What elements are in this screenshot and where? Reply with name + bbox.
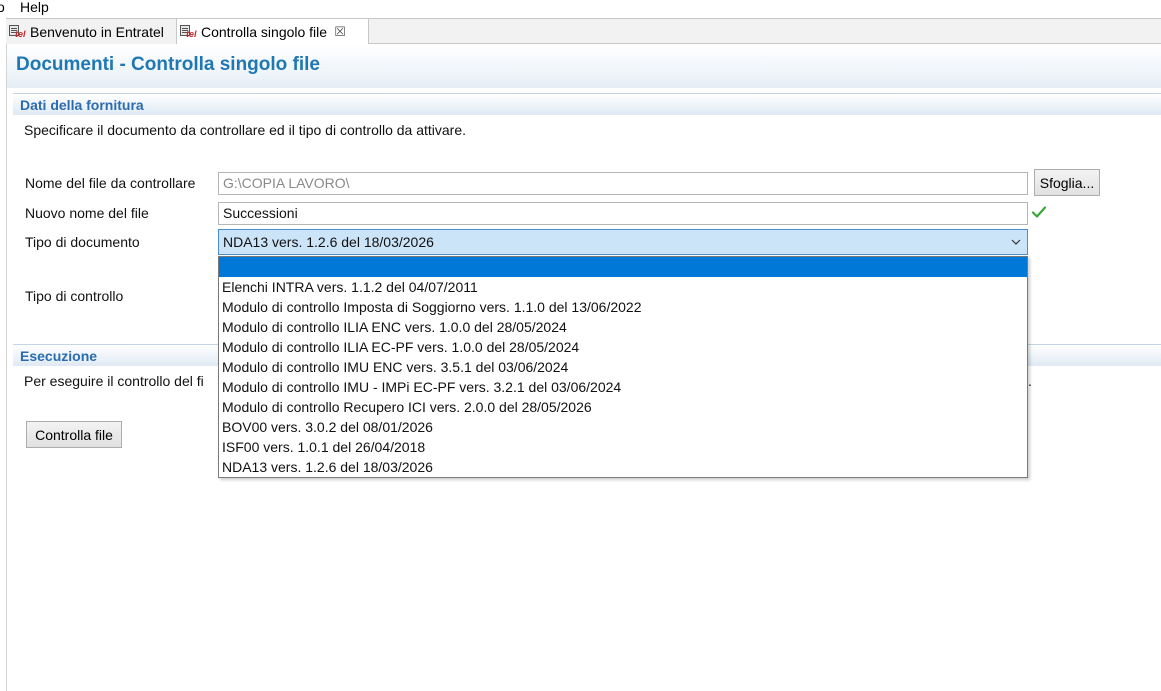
dropdown-option[interactable]: BOV00 vers. 3.0.2 del 08/01/2026 [219, 417, 1027, 437]
dropdown-option[interactable]: ISF00 vers. 1.0.1 del 26/04/2018 [219, 437, 1027, 457]
execution-text: Per eseguire il controllo del fi [24, 373, 204, 389]
close-tab-icon[interactable]: ☒ [334, 24, 346, 40]
dropdown-option[interactable]: Modulo di controllo Recupero ICI vers. 2… [219, 397, 1027, 417]
dropdown-option[interactable]: Modulo di controllo Imposta di Soggiorno… [219, 297, 1027, 317]
editor-tab-bar: tel Benvenuto in Entratel tel Controlla … [6, 18, 1161, 45]
file-path-input: G:\COPIA LAVORO\ [218, 172, 1028, 195]
new-name-input[interactable]: Successioni [218, 202, 1028, 225]
dropdown-option[interactable]: Modulo di controllo IMU ENC vers. 3.5.1 … [219, 357, 1027, 377]
section-header-fornitura[interactable]: Dati della fornitura [13, 93, 1161, 115]
menu-item-help[interactable]: Help [20, 0, 49, 15]
doc-type-select[interactable]: NDA13 vers. 1.2.6 del 18/03/2026 [218, 229, 1028, 255]
doc-type-dropdown-list: Elenchi INTRA vers. 1.1.2 del 04/07/2011… [218, 256, 1028, 478]
instructions-text: Specificare il documento da controllare … [24, 122, 467, 138]
chevron-down-icon [1011, 239, 1021, 245]
new-name-label: Nuovo nome del file [25, 205, 149, 221]
tab-benvenuto[interactable]: tel Benvenuto in Entratel [6, 19, 176, 44]
file-label: Nome del file da controllare [25, 175, 196, 191]
entratel-tel-icon: tel [179, 24, 197, 40]
menu-item-partial[interactable]: o [0, 0, 5, 15]
dropdown-option[interactable]: Modulo di controllo ILIA EC-PF vers. 1.0… [219, 337, 1027, 357]
tab-label: Controlla singolo file [201, 24, 328, 40]
page-title: Documenti - Controlla singolo file [16, 54, 320, 75]
entratel-tel-icon: tel [8, 24, 26, 40]
doc-type-label: Tipo di documento [25, 234, 140, 250]
dropdown-option[interactable]: Modulo di controllo IMU - IMPi EC-PF ver… [219, 377, 1027, 397]
dropdown-option[interactable]: Modulo di controllo ILIA ENC vers. 1.0.0… [219, 317, 1027, 337]
menu-bar: o Help [0, 0, 1161, 18]
browse-button[interactable]: Sfoglia... [1034, 169, 1100, 196]
dropdown-option[interactable] [219, 257, 1027, 277]
tab-controlla-singolo-file[interactable]: tel Controlla singolo file ☒ [176, 19, 369, 45]
section-title: Esecuzione [20, 348, 98, 364]
dropdown-option[interactable]: NDA13 vers. 1.2.6 del 18/03/2026 [219, 457, 1027, 477]
tab-label: Benvenuto in Entratel [30, 23, 164, 40]
page-header: Documenti - Controlla singolo file [7, 44, 1161, 88]
dropdown-option[interactable]: Elenchi INTRA vers. 1.1.2 del 04/07/2011 [219, 277, 1027, 297]
run-check-button[interactable]: Controlla file [26, 421, 122, 448]
editor-left-border [6, 44, 7, 691]
execution-text-end: . [1028, 373, 1032, 389]
control-type-label: Tipo di controllo [25, 288, 124, 304]
valid-check-icon [1031, 206, 1047, 218]
section-title: Dati della fornitura [20, 97, 144, 113]
